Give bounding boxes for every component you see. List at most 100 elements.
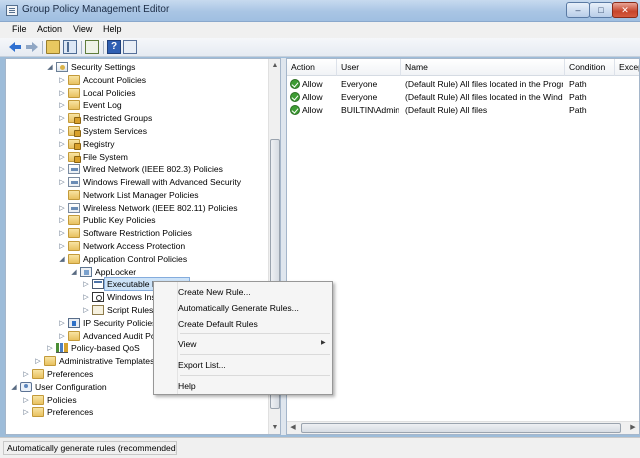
cell-user: Everyone xyxy=(341,79,378,89)
scroll-left-arrow-icon[interactable]: ◀ xyxy=(287,422,299,434)
tree-item[interactable]: ▷ Preferences xyxy=(6,406,268,419)
tree-item[interactable]: ▷ Wired Network (IEEE 802.3) Policies xyxy=(6,163,268,176)
tree-item-label: Security Settings xyxy=(71,62,136,72)
expand-arrow-icon[interactable]: ▷ xyxy=(58,178,66,187)
expand-arrow-icon[interactable]: ▷ xyxy=(58,319,66,328)
collapse-arrow-icon[interactable]: ◢ xyxy=(46,63,54,72)
tree-item[interactable]: ◢ Application Control Policies xyxy=(6,253,268,266)
table-row[interactable]: Allow Everyone (Default Rule) All files lo… xyxy=(287,78,639,91)
list-scroll-thumb[interactable] xyxy=(301,423,621,433)
back-arrow-icon[interactable] xyxy=(8,40,22,54)
allow-check-icon xyxy=(290,92,300,102)
expand-arrow-icon[interactable]: ▷ xyxy=(58,127,66,136)
menu-item-export-list[interactable]: Export List... xyxy=(178,358,226,372)
tree-item[interactable]: ▷ Registry xyxy=(6,138,268,151)
tree-item-label: Event Log xyxy=(83,100,122,110)
tree-item[interactable]: ▷ Restricted Groups xyxy=(6,112,268,125)
scroll-up-arrow-icon[interactable]: ▲ xyxy=(269,59,280,72)
network-policy-icon xyxy=(68,177,80,187)
expand-arrow-icon[interactable]: ▷ xyxy=(58,76,66,85)
cell-condition: Path xyxy=(569,92,587,102)
tree-item[interactable]: ◢ Security Settings xyxy=(6,61,268,74)
properties-icon[interactable] xyxy=(123,40,137,54)
folder-icon xyxy=(68,100,80,110)
tree-item[interactable]: ▷ Public Key Policies xyxy=(6,214,268,227)
expand-arrow-icon[interactable]: ▷ xyxy=(22,396,30,405)
toolbar: ? xyxy=(0,38,640,57)
expand-arrow-icon[interactable]: ▷ xyxy=(82,306,90,315)
expand-arrow-icon[interactable]: ▷ xyxy=(58,204,66,213)
table-row[interactable]: Allow BUILTIN\Administrators (Default Rule… xyxy=(287,104,639,117)
expand-arrow-icon[interactable]: ▷ xyxy=(58,332,66,341)
expand-arrow-icon[interactable]: ▷ xyxy=(58,101,66,110)
folder-icon xyxy=(44,356,56,366)
scroll-down-arrow-icon[interactable]: ▼ xyxy=(269,421,280,434)
column-header-name[interactable]: Name xyxy=(401,59,565,76)
help-icon[interactable]: ? xyxy=(107,40,121,54)
expand-arrow-icon[interactable]: ▷ xyxy=(58,229,66,238)
collapse-arrow-icon[interactable]: ◢ xyxy=(58,255,66,264)
tree-item-label: Script Rules xyxy=(107,305,154,315)
expand-arrow-icon[interactable]: ▷ xyxy=(58,165,66,174)
expand-arrow-icon[interactable]: ▷ xyxy=(34,357,42,366)
menu-item-help[interactable]: Help xyxy=(178,379,196,393)
menu-view[interactable]: View xyxy=(73,24,92,34)
list-horizontal-scrollbar[interactable]: ◀ ▶ xyxy=(287,421,639,434)
menu-item-auto-generate-rules[interactable]: Automatically Generate Rules... xyxy=(178,301,299,315)
cell-condition: Path xyxy=(569,79,587,89)
scroll-right-arrow-icon[interactable]: ▶ xyxy=(627,422,639,434)
expand-arrow-icon[interactable]: ▷ xyxy=(46,344,54,353)
submenu-arrow-icon: ▶ xyxy=(321,340,326,346)
rules-list-pane: Action User Name Condition Exceptions Al… xyxy=(286,58,640,435)
menu-item-create-new-rule[interactable]: Create New Rule... xyxy=(178,285,251,299)
tree-item[interactable]: Network List Manager Policies xyxy=(6,189,268,202)
toolbar-separator xyxy=(42,41,43,54)
expand-arrow-icon[interactable]: ▷ xyxy=(58,114,66,123)
tree-item[interactable]: ▷ Account Policies xyxy=(6,74,268,87)
menu-item-create-default-rules[interactable]: Create Default Rules xyxy=(178,317,258,331)
close-button[interactable]: ✕ xyxy=(612,2,638,18)
cell-action: Allow xyxy=(302,105,323,115)
expand-arrow-icon[interactable]: ▷ xyxy=(58,140,66,149)
tree-item[interactable]: ▷ Windows Firewall with Advanced Security xyxy=(6,176,268,189)
forward-arrow-icon[interactable] xyxy=(25,40,39,54)
expand-arrow-icon[interactable]: ▷ xyxy=(22,408,30,417)
collapse-arrow-icon[interactable]: ◢ xyxy=(10,383,18,392)
column-header-action[interactable]: Action xyxy=(287,59,337,76)
expand-arrow-icon[interactable]: ▷ xyxy=(82,280,90,289)
tree-item[interactable]: ▷ Event Log xyxy=(6,99,268,112)
expand-arrow-icon[interactable]: ▷ xyxy=(58,216,66,225)
expand-arrow-icon[interactable]: ▷ xyxy=(58,89,66,98)
allow-check-icon xyxy=(290,79,300,89)
minimize-button[interactable]: – xyxy=(566,2,590,18)
collapse-arrow-icon[interactable]: ◢ xyxy=(70,268,78,277)
export-list-icon[interactable] xyxy=(85,40,99,54)
expand-arrow-icon[interactable]: ▷ xyxy=(22,370,30,379)
tree-item-label: Network List Manager Policies xyxy=(83,190,199,200)
tree-item[interactable]: ▷ Network Access Protection xyxy=(6,240,268,253)
expand-arrow-icon[interactable]: ▷ xyxy=(58,242,66,251)
menu-help[interactable]: Help xyxy=(103,24,122,34)
up-folder-icon[interactable] xyxy=(46,40,60,54)
tree-item[interactable]: ▷ System Services xyxy=(6,125,268,138)
tree-item-label: Account Policies xyxy=(83,75,147,85)
show-hide-tree-icon[interactable] xyxy=(63,40,77,54)
ip-security-icon xyxy=(68,318,80,328)
column-header-user[interactable]: User xyxy=(337,59,401,76)
cell-exceptions xyxy=(619,104,639,117)
menu-item-view[interactable]: View xyxy=(178,337,196,351)
folder-icon xyxy=(32,407,44,417)
locked-folder-icon xyxy=(68,139,81,150)
table-row[interactable]: Allow Everyone (Default Rule) All files lo… xyxy=(287,91,639,104)
tree-item-label: Restricted Groups xyxy=(83,113,153,123)
menu-file[interactable]: File xyxy=(12,24,27,34)
locked-folder-icon xyxy=(68,152,81,163)
title-bar: Group Policy Management Editor – □ ✕ xyxy=(0,0,640,22)
expand-arrow-icon[interactable]: ▷ xyxy=(82,293,90,302)
menu-action[interactable]: Action xyxy=(37,24,62,34)
maximize-button[interactable]: □ xyxy=(589,2,613,18)
column-header-condition[interactable]: Condition xyxy=(565,59,615,76)
tree-item[interactable]: ▷ Software Restriction Policies xyxy=(6,227,268,240)
expand-arrow-icon[interactable]: ▷ xyxy=(58,153,66,162)
column-header-exceptions[interactable]: Exceptions xyxy=(615,59,639,76)
